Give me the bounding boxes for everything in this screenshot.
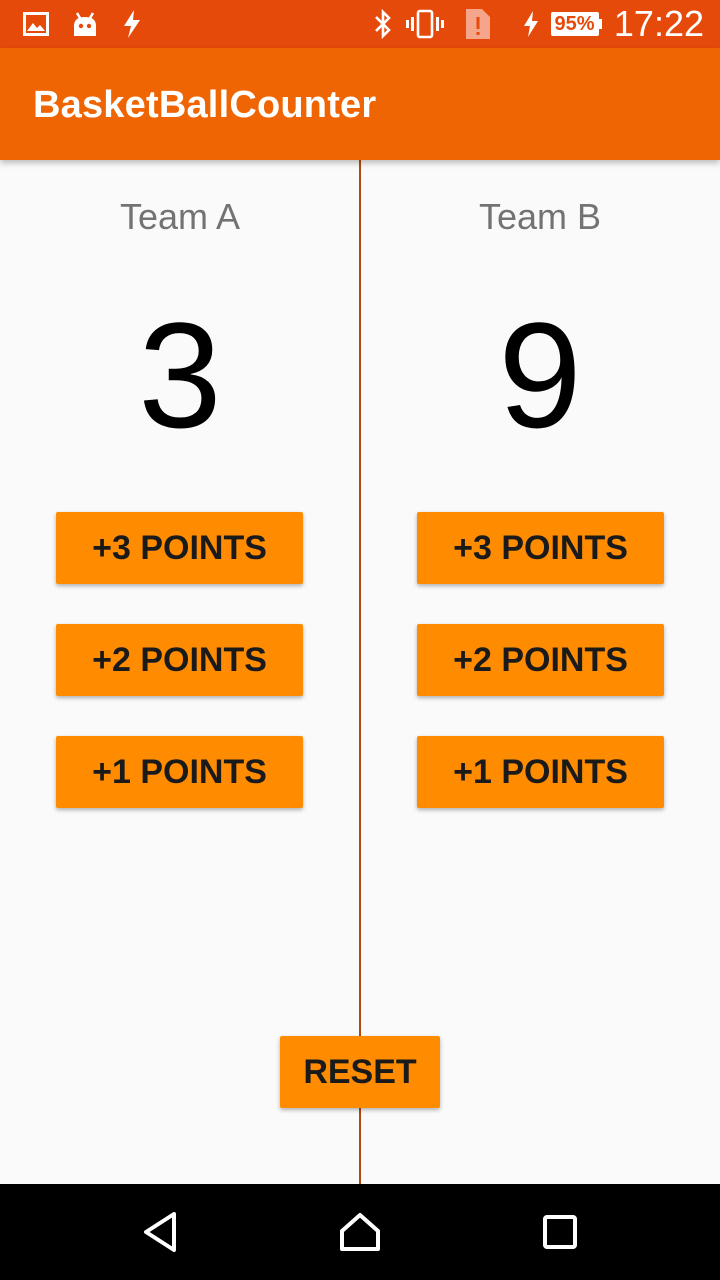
status-bar: 95% 17:22 [0,0,720,48]
battery-percent: 95% [554,12,595,35]
image-notification-icon [22,8,50,40]
scoreboard: Team A 3 +3 POINTS +2 POINTS +1 POINTS T… [0,160,720,1184]
team-a-plus2-button[interactable]: +2 POINTS [56,624,303,696]
reset-button[interactable]: RESET [280,1036,440,1108]
team-b-plus1-button[interactable]: +1 POINTS [417,736,664,808]
bluetooth-icon [370,8,396,40]
team-a-plus1-button[interactable]: +1 POINTS [56,736,303,808]
recents-icon[interactable] [536,1208,584,1256]
team-b-plus3-button[interactable]: +3 POINTS [417,512,664,584]
clock: 17:22 [613,3,704,44]
team-b-name: Team B [478,196,602,237]
sim-alert-icon [464,8,492,40]
team-a-plus3-button[interactable]: +3 POINTS [56,512,303,584]
android-icon [70,8,100,40]
team-a-name: Team A [119,196,241,237]
flash-icon [120,8,144,40]
battery-icon: 95% [550,8,602,40]
back-icon[interactable] [136,1208,184,1256]
charging-icon [520,8,542,40]
home-icon[interactable] [336,1208,384,1256]
team-b-plus2-button[interactable]: +2 POINTS [417,624,664,696]
team-b-column: Team B 9 +3 POINTS +2 POINTS +1 POINTS [360,160,720,1184]
app-bar: BasketBallCounter [0,48,720,160]
app-title: BasketBallCounter [33,84,377,126]
navigation-bar [0,1184,720,1280]
team-a-score: 3 [138,291,222,459]
team-b-score: 9 [498,291,582,459]
team-a-column: Team A 3 +3 POINTS +2 POINTS +1 POINTS [0,160,360,1184]
vibrate-icon [405,8,445,40]
